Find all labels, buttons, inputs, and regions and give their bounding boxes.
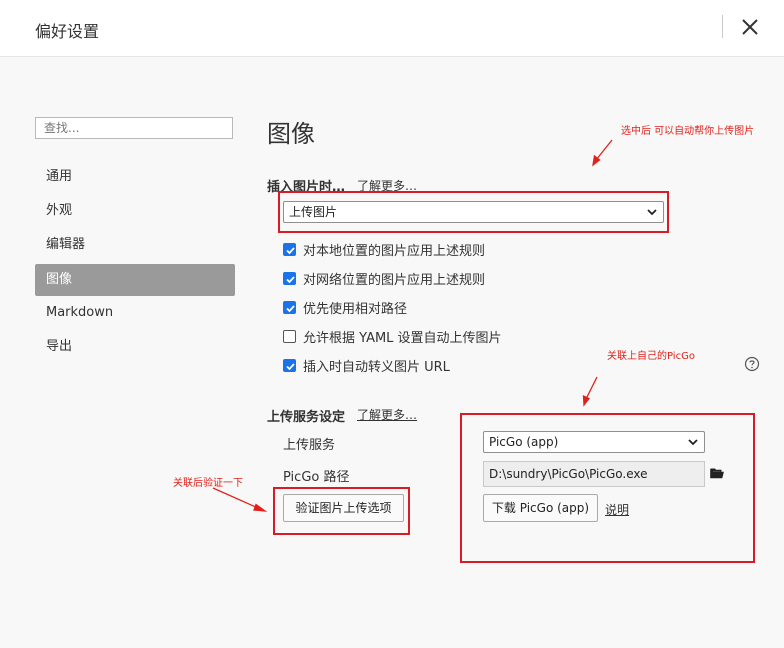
checkbox-label: 对网络位置的图片应用上述规则 [303, 272, 486, 288]
arrow-picgo [582, 376, 598, 407]
download-picgo-button[interactable]: 下载 PicGo (app) [483, 494, 598, 522]
checkbox-yaml[interactable] [283, 329, 296, 343]
title-bar: 偏好设置 [0, 0, 784, 57]
insert-learn-more-link[interactable]: 了解更多… [357, 177, 417, 194]
help-icon[interactable] [744, 356, 760, 372]
checkbox-row-local[interactable]: 对本地位置的图片应用上述规则 [283, 239, 485, 259]
upload-learn-more-link[interactable]: 了解更多… [357, 406, 417, 423]
picgo-path-label: PicGo 路径 [283, 470, 350, 485]
checkbox-row-escape[interactable]: 插入时自动转义图片 URL [283, 355, 450, 375]
page-title: 图像 [267, 120, 315, 148]
search-input[interactable] [35, 117, 233, 139]
checkbox-relative[interactable] [283, 300, 296, 314]
picgo-path-input[interactable]: D:\sundry\PicGo\PicGo.exe [483, 461, 705, 487]
folder-icon[interactable] [710, 467, 724, 479]
checkbox-network[interactable] [283, 271, 296, 285]
close-icon[interactable] [740, 17, 760, 37]
sidebar-item-appearance[interactable]: 外观 [35, 195, 235, 227]
checkbox-escape[interactable] [283, 358, 296, 372]
sidebar-item-general[interactable]: 通用 [35, 161, 235, 193]
annotation-note-verify: 关联后验证一下 [173, 478, 243, 489]
window-title: 偏好设置 [35, 22, 100, 41]
sidebar-item-image[interactable]: 图像 [35, 264, 235, 296]
checkbox-local[interactable] [283, 242, 296, 256]
picgo-docs-link[interactable]: 说明 [605, 501, 629, 518]
upload-service-section-label: 上传服务设定 [267, 410, 346, 425]
arrow-upload [592, 139, 613, 167]
upload-service-label: 上传服务 [283, 438, 336, 453]
upload-service-select[interactable]: PicGo (app) [483, 431, 705, 453]
insert-image-select-value: 上传图片 [289, 205, 338, 219]
checkbox-row-relative[interactable]: 优先使用相对路径 [283, 297, 407, 317]
checkbox-row-yaml[interactable]: 允许根据 YAML 设置自动上传图片 [283, 326, 502, 346]
checkbox-label: 允许根据 YAML 设置自动上传图片 [303, 330, 502, 346]
chevron-down-icon [688, 439, 698, 446]
chevron-down-icon [647, 209, 657, 216]
checkbox-label: 插入时自动转义图片 URL [303, 359, 450, 375]
verify-upload-button[interactable]: 验证图片上传选项 [283, 494, 404, 522]
sidebar-item-markdown[interactable]: Markdown [35, 297, 235, 329]
titlebar-divider [722, 15, 723, 38]
upload-service-select-value: PicGo (app) [489, 435, 559, 449]
insert-image-select[interactable]: 上传图片 [283, 201, 664, 223]
annotation-note-upload: 选中后 可以自动帮你上传图片 [621, 126, 755, 137]
checkbox-row-network[interactable]: 对网络位置的图片应用上述规则 [283, 268, 485, 288]
checkbox-label: 优先使用相对路径 [303, 301, 408, 317]
arrow-verify [212, 487, 268, 512]
checkbox-label: 对本地位置的图片应用上述规则 [303, 243, 486, 259]
insert-image-label: 插入图片时… [267, 180, 346, 195]
sidebar-item-export[interactable]: 导出 [35, 331, 235, 363]
annotation-note-picgo: 关联上自己的PicGo [607, 351, 695, 362]
sidebar-item-editor[interactable]: 编辑器 [35, 229, 235, 261]
